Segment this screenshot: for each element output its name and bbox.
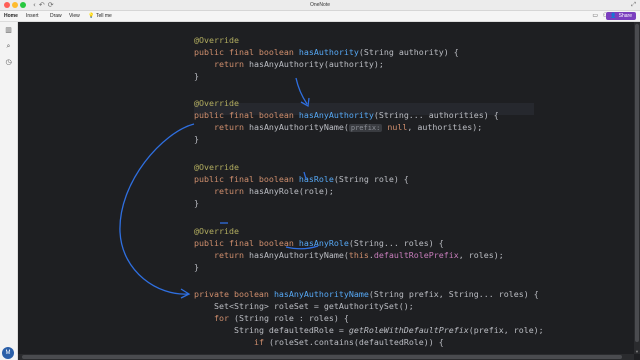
ink-underline-hasAnyRole: [285, 245, 319, 250]
title-bar: ‹↶⟳ OneNote ⤢: [0, 0, 640, 11]
vertical-scrollbar[interactable]: ▲ ▼: [634, 22, 640, 354]
tab-home[interactable]: Home: [4, 11, 18, 21]
ribbon: Home Insert Draw View 💡 Tell me ▭ ⚇ 👤 Sha…: [0, 11, 640, 22]
comment-icon[interactable]: ▭: [592, 11, 598, 21]
share-label: Share: [618, 13, 632, 19]
app-title: OneNote: [309, 2, 330, 8]
scrollbar-thumb[interactable]: [635, 24, 639, 342]
tab-draw[interactable]: Draw: [50, 11, 62, 21]
ink-curve-to-private-method[interactable]: [119, 123, 195, 295]
ink-annotations[interactable]: [18, 22, 634, 354]
navigation-sidebar: ▥ ⌕ ◷ M: [0, 22, 18, 360]
tell-me-search[interactable]: Tell me: [96, 11, 112, 21]
person-icon: 👤: [610, 13, 617, 19]
ink-mark-hasRole: [303, 171, 307, 180]
recent-icon[interactable]: ◷: [4, 58, 13, 67]
ink-arrow-to-hasAnyAuthority[interactable]: [295, 77, 308, 105]
share-button[interactable]: 👤 Share: [606, 12, 636, 20]
tab-view[interactable]: View: [69, 11, 80, 21]
scroll-down-icon[interactable]: ▼: [634, 349, 640, 354]
lightbulb-icon: 💡: [88, 13, 95, 19]
fullscreen-icon[interactable]: ⤢: [631, 0, 636, 10]
page-canvas[interactable]: @Override public final boolean hasAuthor…: [18, 22, 634, 354]
horizontal-scrollbar[interactable]: [18, 354, 634, 360]
avatar[interactable]: M: [2, 347, 14, 359]
scrollbar-thumb[interactable]: [22, 355, 622, 359]
tab-insert[interactable]: Insert: [26, 11, 39, 21]
search-icon[interactable]: ⌕: [4, 42, 13, 51]
notebooks-icon[interactable]: ▥: [4, 26, 13, 35]
